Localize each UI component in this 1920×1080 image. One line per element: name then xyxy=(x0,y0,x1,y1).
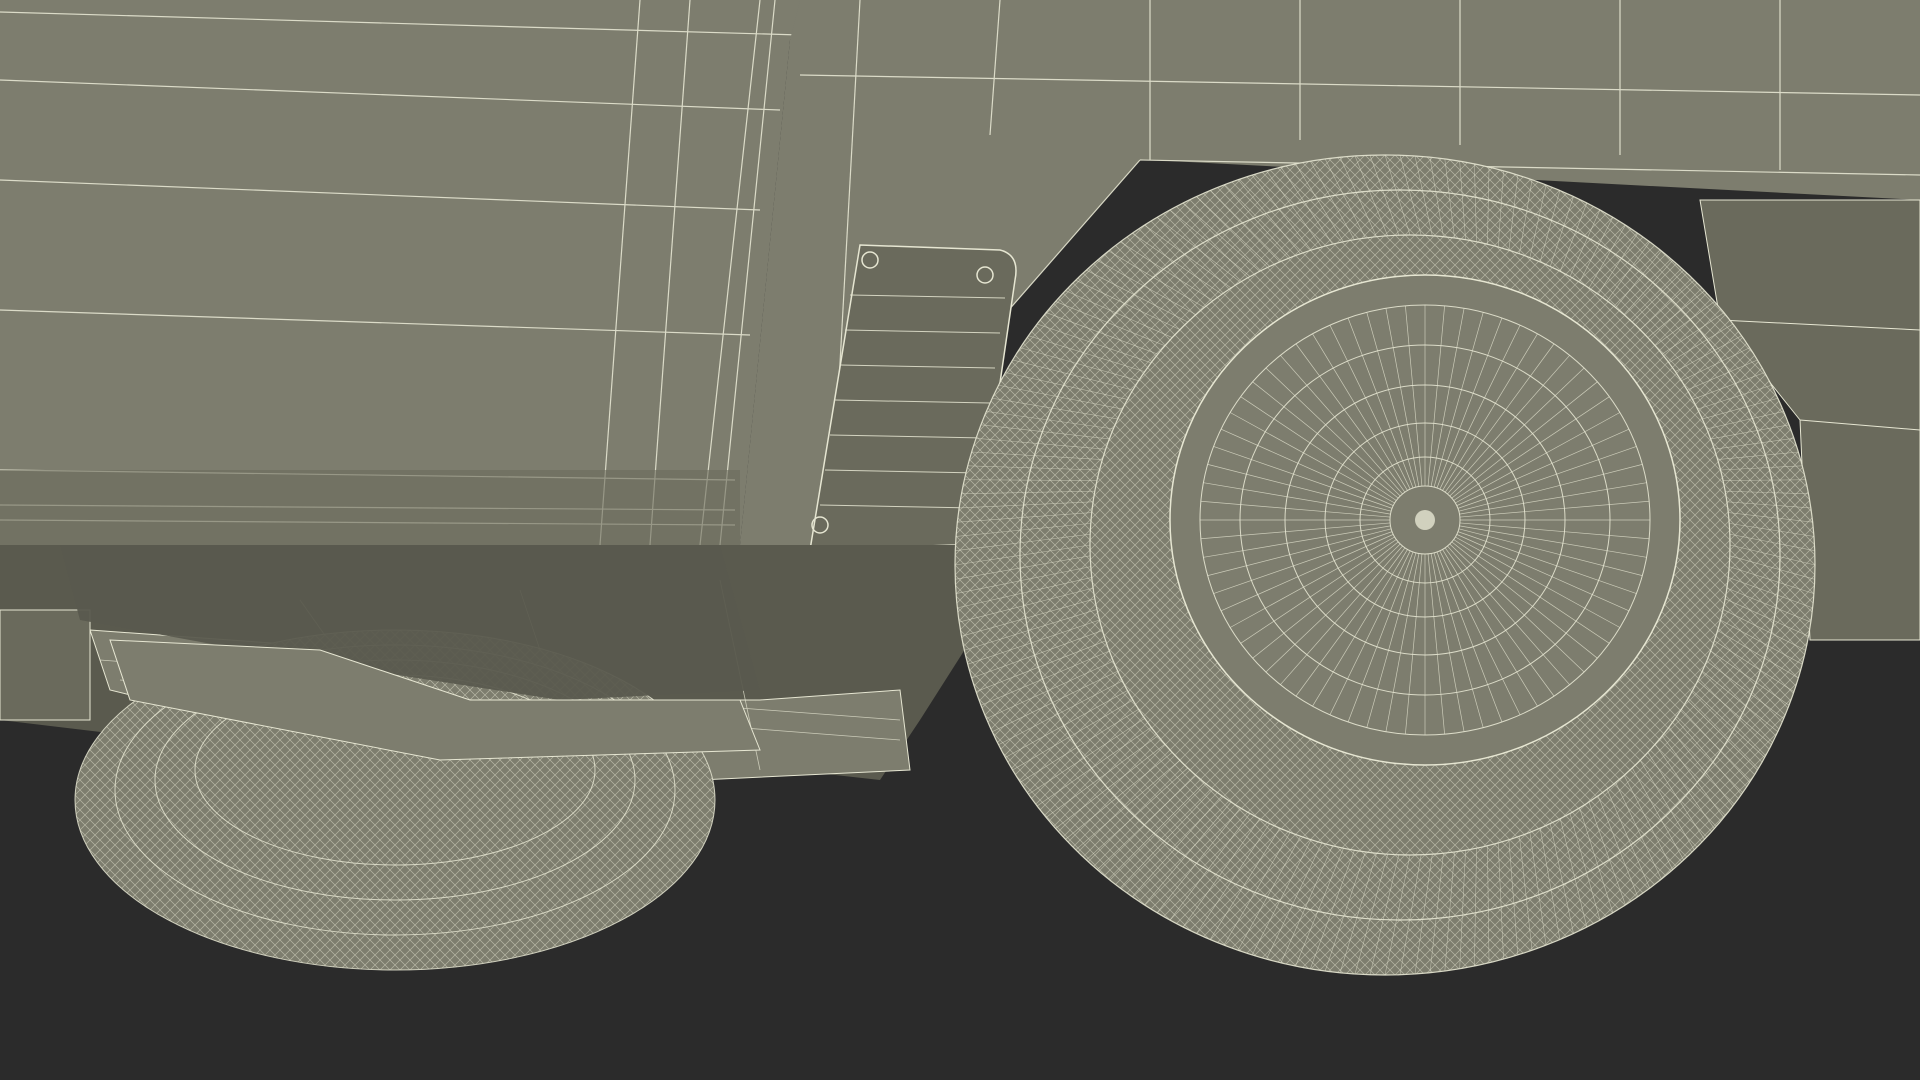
wireframe-scene xyxy=(0,0,1920,1080)
render-viewport xyxy=(0,0,1920,1080)
cargo-body-panel xyxy=(0,0,810,546)
front-wheel-rim xyxy=(1169,274,1681,766)
hub-center xyxy=(1415,510,1435,530)
